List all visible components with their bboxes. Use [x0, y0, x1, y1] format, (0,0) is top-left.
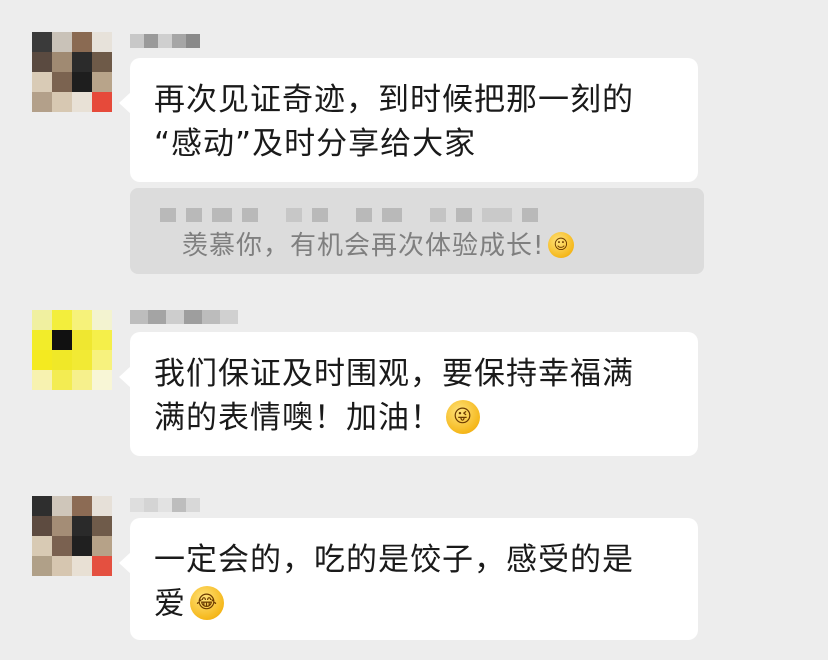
message-bubble[interactable]: 再次见证奇迹，到时候把那一刻的 “感动”及时分享给大家 — [119, 58, 698, 182]
quote-text-container: 羡慕你，有机会再次体验成长! ☺ — [182, 228, 575, 264]
message-text-line: 一定会的，吃的是饺子，感受的是 — [154, 542, 634, 578]
quote-text: 羡慕你，有机会再次体验成长! — [182, 231, 545, 261]
nickname-blurred — [130, 306, 238, 328]
avatar[interactable] — [32, 310, 112, 390]
laughing-crying-emoji-icon: 😂 — [190, 586, 224, 620]
avatar[interactable] — [32, 32, 112, 112]
message-text-line: 满的表情噢！加油！ — [154, 400, 442, 436]
message-text-line: 爱 — [154, 586, 186, 622]
message-text-line: “感动”及时分享给大家 — [154, 126, 477, 162]
message-text-line: 再次见证奇迹，到时候把那一刻的 — [154, 82, 634, 118]
quote-sender-blurred — [160, 208, 538, 222]
quoted-message[interactable]: 羡慕你，有机会再次体验成长! ☺ — [130, 188, 704, 274]
nickname-blurred — [130, 30, 200, 52]
winking-tongue-emoji-icon: 😜 — [446, 400, 480, 434]
grinning-emoji-icon: ☺ — [548, 232, 575, 258]
message-text-line: 我们保证及时围观，要保持幸福满 — [154, 356, 634, 392]
message-bubble[interactable]: 我们保证及时围观，要保持幸福满 满的表情噢！加油！ 😜 — [119, 332, 698, 456]
nickname-blurred — [130, 494, 200, 516]
avatar[interactable] — [32, 496, 112, 576]
message-bubble[interactable]: 一定会的，吃的是饺子，感受的是 爱 😂 — [119, 518, 698, 640]
